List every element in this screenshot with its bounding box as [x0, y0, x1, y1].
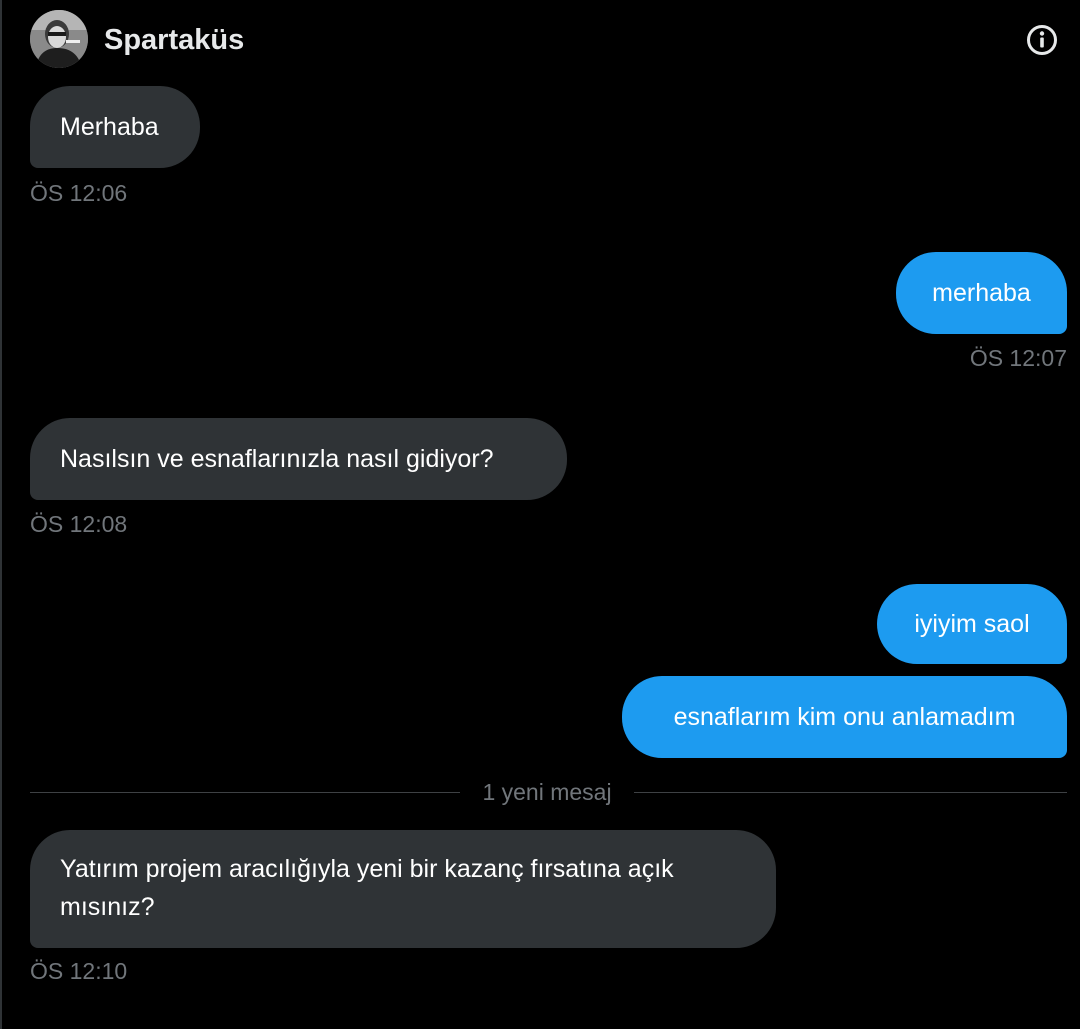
message-bubble-outgoing: esnaflarım kim onu anlamadım	[622, 676, 1067, 758]
message-bubble-incoming: Nasılsın ve esnaflarınızla nasıl gidiyor…	[30, 418, 567, 500]
message-text: Merhaba	[60, 113, 159, 141]
left-border	[0, 0, 2, 1029]
message-timestamp: ÖS 12:06	[30, 180, 128, 206]
message-text: Yatırım projem aracılığıyla yeni bir kaz…	[60, 855, 674, 921]
message-bubble-outgoing: merhaba	[896, 252, 1067, 334]
info-circle-icon	[1027, 25, 1057, 55]
avatar[interactable]	[30, 10, 88, 68]
message-bubble-outgoing: iyiyim saol	[877, 584, 1067, 664]
message-bubble-incoming: Merhaba	[30, 86, 200, 168]
message-text: iyiyim saol	[914, 610, 1030, 638]
message-text: merhaba	[932, 279, 1031, 307]
new-message-divider-line	[30, 792, 460, 793]
message-text: esnaflarım kim onu anlamadım	[673, 703, 1016, 731]
message-bubble-incoming: Yatırım projem aracılığıyla yeni bir kaz…	[30, 830, 776, 948]
new-message-divider-line	[634, 792, 1067, 793]
message-timestamp: ÖS 12:10	[30, 958, 128, 984]
message-timestamp: ÖS 12:07	[969, 345, 1067, 371]
message-text: Nasılsın ve esnaflarınızla nasıl gidiyor…	[60, 445, 494, 473]
message-timestamp: ÖS 12:08	[30, 511, 128, 537]
contact-name[interactable]: Spartaküs	[104, 22, 244, 58]
new-message-divider-label: 1 yeni mesaj	[482, 779, 612, 805]
conversation-header: Spartaküs	[0, 0, 1080, 80]
info-button[interactable]	[1026, 24, 1058, 56]
avatar-photo-icon	[30, 10, 88, 68]
